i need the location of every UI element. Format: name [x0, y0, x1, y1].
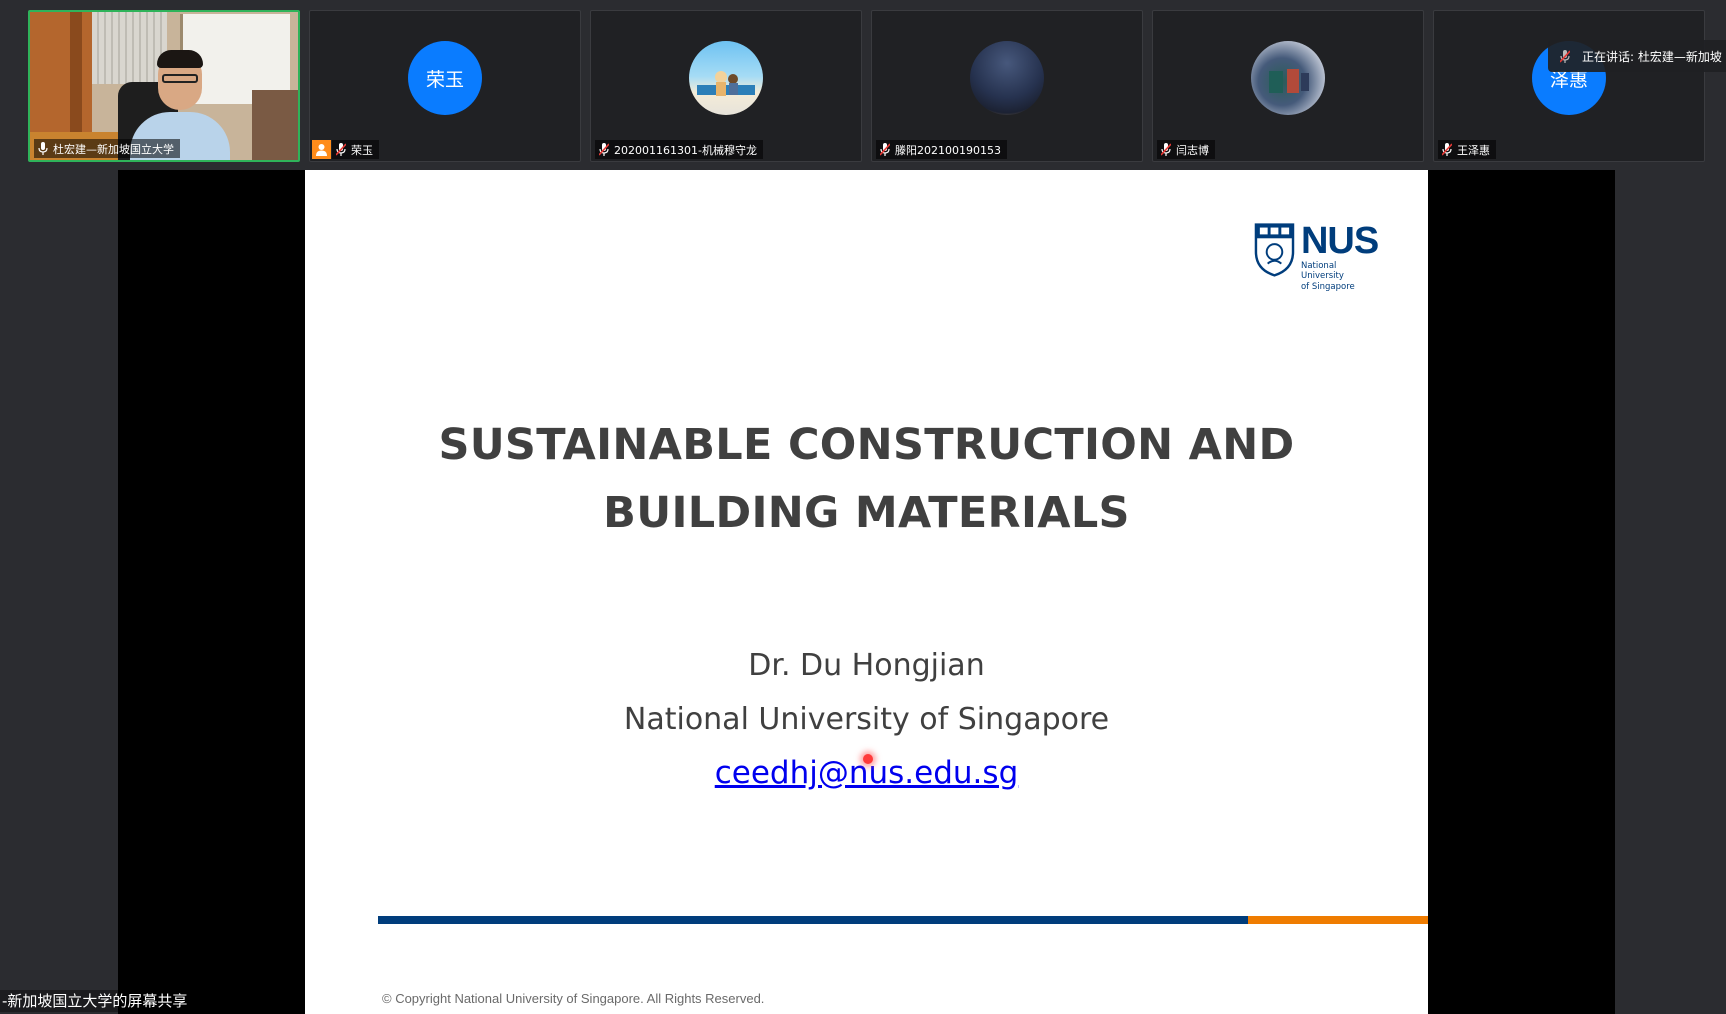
laser-pointer: [863, 754, 873, 764]
host-icon: [312, 140, 331, 159]
avatar: [689, 41, 763, 115]
avatar: [970, 41, 1044, 115]
speaking-text: 正在讲话: 杜宏建—新加坡: [1582, 49, 1722, 64]
participant-name: 杜宏建—新加坡国立大学: [53, 142, 174, 156]
slide-title: SUSTAINABLE CONSTRUCTION AND BUILDING MA…: [305, 411, 1428, 547]
participant-name-label: 荣玉: [332, 140, 379, 159]
slide-copyright: © Copyright National University of Singa…: [382, 991, 765, 1006]
slide-title-line: SUSTAINABLE CONSTRUCTION AND: [438, 420, 1295, 470]
participant-tile[interactable]: 荣玉 荣玉: [309, 10, 581, 162]
participant-name: 闫志博: [1176, 143, 1209, 157]
speaking-indicator: 正在讲话: 杜宏建—新加坡: [1548, 40, 1726, 72]
participant-name-label: 王泽惠: [1438, 140, 1496, 159]
participant-name-label: 杜宏建—新加坡国立大学: [34, 139, 180, 158]
mic-muted-icon: [1442, 143, 1452, 156]
slide-rule-blue: [378, 916, 1248, 924]
screen-share-view[interactable]: NUS National University of Singapore SUS…: [0, 170, 1726, 1014]
avatar: 荣玉: [408, 41, 482, 115]
presentation-slide: NUS National University of Singapore SUS…: [305, 170, 1428, 1014]
nus-logo: NUS National University of Singapore: [1254, 220, 1380, 292]
participant-tile[interactable]: 滕阳202100190153: [871, 10, 1143, 162]
participant-name-label: 滕阳202100190153: [876, 140, 1007, 159]
mic-muted-icon: [336, 143, 346, 156]
participant-tile[interactable]: 泽惠 王泽惠: [1433, 10, 1705, 162]
participant-name: 荣玉: [351, 143, 373, 157]
participant-video: [30, 12, 298, 160]
slide-rule-orange: [1248, 916, 1428, 924]
participant-strip: 杜宏建—新加坡国立大学 荣玉 荣玉 202001161301-机械穆守龙 滕阳2…: [0, 0, 1726, 168]
participant-tile-speaker[interactable]: 杜宏建—新加坡国立大学: [28, 10, 300, 162]
nus-subtitle: of Singapore: [1300, 282, 1355, 292]
mic-muted-icon: [599, 143, 609, 156]
avatar: [1251, 41, 1325, 115]
participant-name: 202001161301-机械穆守龙: [614, 143, 757, 157]
slide-affiliation: National University of Singapore: [623, 702, 1110, 737]
participant-name-label: 闫志博: [1157, 140, 1215, 159]
slide-title-line: BUILDING MATERIALS: [603, 488, 1130, 538]
participant-name: 滕阳202100190153: [895, 143, 1001, 157]
participant-tile[interactable]: 202001161301-机械穆守龙: [590, 10, 862, 162]
mic-muted-icon: [1161, 143, 1171, 156]
screen-share-caption: -新加坡国立大学的屏幕共享: [0, 990, 188, 1012]
nus-wordmark: NUS: [1300, 220, 1379, 262]
mic-muted-icon: [880, 143, 890, 156]
mic-muted-icon: [1560, 49, 1570, 63]
slide-author: Dr. Du Hongjian: [748, 648, 985, 683]
nus-crest-icon: [1254, 223, 1295, 277]
meeting-window: 杜宏建—新加坡国立大学 荣玉 荣玉 202001161301-机械穆守龙 滕阳2…: [0, 0, 1726, 1014]
participant-name-label: 202001161301-机械穆守龙: [595, 140, 763, 159]
participant-tile[interactable]: 闫志博: [1152, 10, 1424, 162]
mic-on-icon: [38, 142, 48, 155]
nus-subtitle: National University: [1300, 261, 1344, 281]
participant-name: 王泽惠: [1457, 143, 1490, 157]
